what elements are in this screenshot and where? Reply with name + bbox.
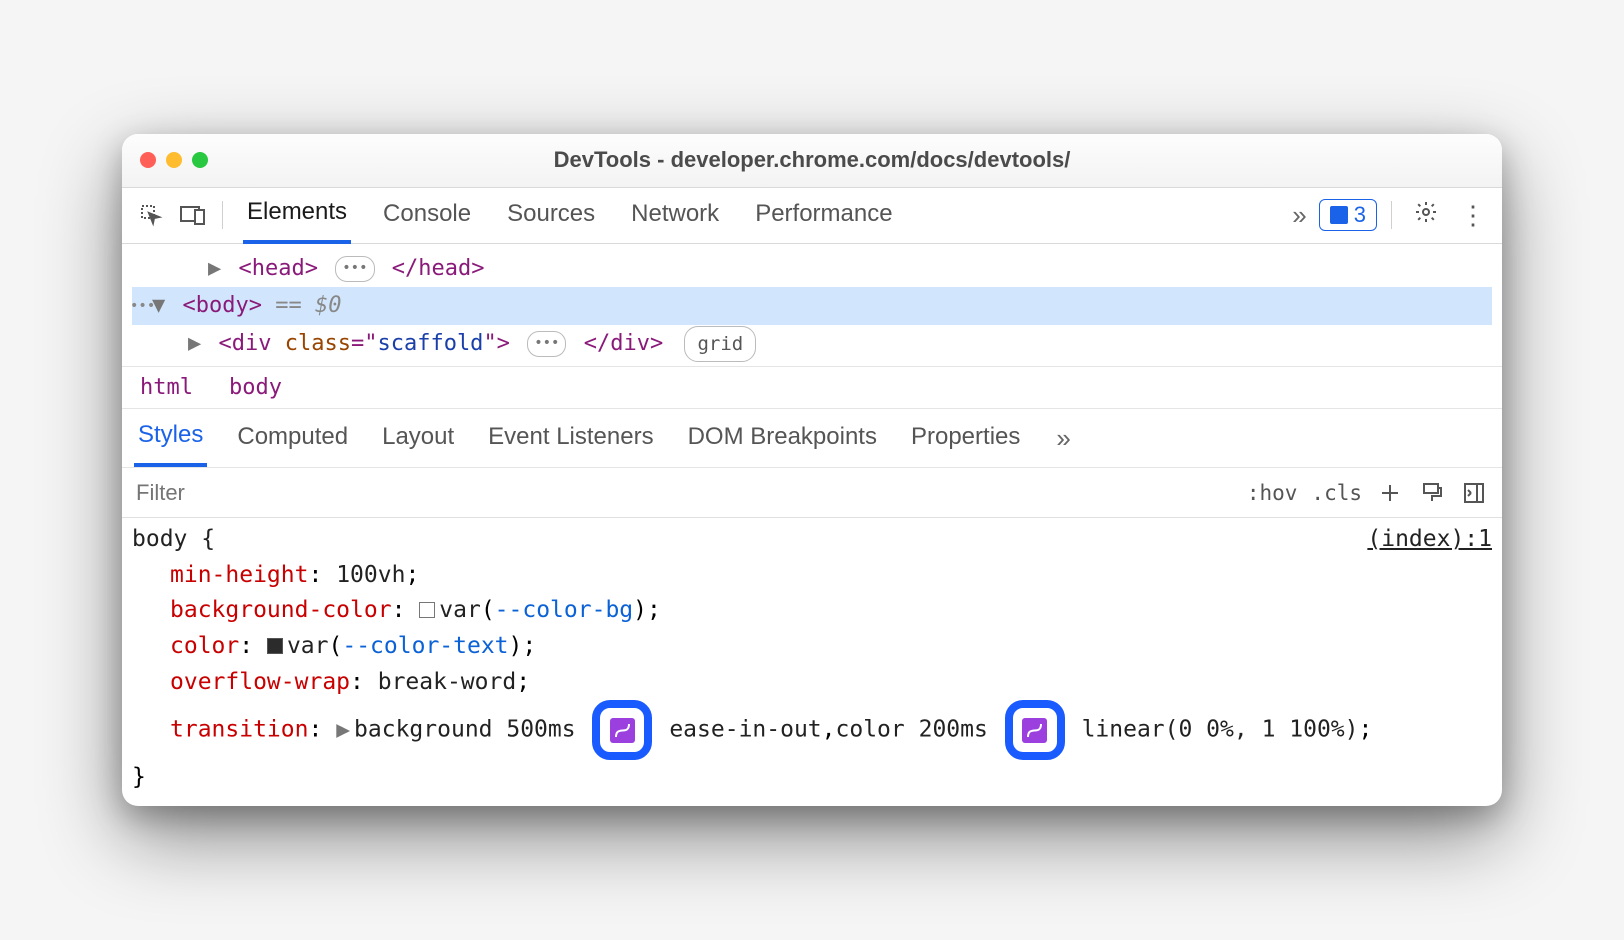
- styles-filter-input[interactable]: [122, 480, 1233, 506]
- toggle-hover-button[interactable]: :hov: [1247, 481, 1298, 505]
- inspect-element-icon[interactable]: [130, 194, 172, 236]
- subtab-event-listeners[interactable]: Event Listeners: [484, 411, 657, 465]
- dom-node-body[interactable]: ▼ <body> == $0: [132, 287, 1492, 324]
- easing-highlight: [1005, 700, 1065, 760]
- css-decl-overflow-wrap[interactable]: overflow-wrap: break-word;: [132, 665, 1492, 701]
- attr-name: class: [285, 331, 351, 356]
- tab-network[interactable]: Network: [627, 188, 723, 242]
- easing-highlight: [592, 700, 652, 760]
- grid-badge[interactable]: grid: [684, 326, 756, 362]
- tag-head-close: </head>: [392, 256, 485, 281]
- toolbar-divider: [222, 201, 223, 229]
- expand-icon[interactable]: ▶: [336, 713, 350, 749]
- more-options-icon[interactable]: ⋮: [1452, 200, 1494, 231]
- maximize-window-button[interactable]: [192, 152, 208, 168]
- breadcrumbs: html body: [122, 367, 1502, 409]
- ellipsis-icon[interactable]: •••: [335, 256, 374, 282]
- tag-div-open: <div: [219, 331, 285, 356]
- easing-editor-icon[interactable]: [1022, 718, 1047, 743]
- tab-elements[interactable]: Elements: [243, 186, 351, 244]
- tag-body-open: <body>: [183, 293, 262, 318]
- crumb-html[interactable]: html: [122, 367, 211, 408]
- css-decl-color[interactable]: color: var(--color-text);: [132, 629, 1492, 665]
- settings-icon[interactable]: [1406, 200, 1446, 231]
- toolbar-right: » 3 ⋮: [1286, 199, 1494, 231]
- device-toolbar-icon[interactable]: [172, 194, 214, 236]
- tab-sources[interactable]: Sources: [503, 188, 599, 242]
- subtab-layout[interactable]: Layout: [378, 411, 458, 465]
- toolbar-divider: [1391, 201, 1392, 229]
- more-tabs-icon[interactable]: »: [1286, 200, 1312, 231]
- css-decl-transition[interactable]: transition: ▶background 500ms ease-in-ou…: [132, 700, 1492, 760]
- css-decl-background-color[interactable]: background-color: var(--color-bg);: [132, 593, 1492, 629]
- expand-icon[interactable]: ▶: [152, 250, 221, 287]
- styles-subtabs: Styles Computed Layout Event Listeners D…: [122, 409, 1502, 468]
- css-selector[interactable]: body {: [132, 522, 215, 558]
- issues-badge[interactable]: 3: [1319, 199, 1377, 231]
- chat-icon: [1330, 206, 1348, 224]
- main-tabs: Elements Console Sources Network Perform…: [231, 186, 1286, 244]
- tab-console[interactable]: Console: [379, 188, 475, 242]
- subtab-properties[interactable]: Properties: [907, 411, 1024, 465]
- tag-div-close: </div>: [584, 331, 663, 356]
- main-toolbar: Elements Console Sources Network Perform…: [122, 188, 1502, 244]
- styles-actions: :hov .cls: [1233, 479, 1502, 507]
- more-subtabs-icon[interactable]: »: [1050, 423, 1076, 454]
- expand-icon[interactable]: ▶: [188, 325, 201, 362]
- window-controls: [140, 152, 208, 168]
- subtab-dom-breakpoints[interactable]: DOM Breakpoints: [684, 411, 881, 465]
- css-close-brace: }: [132, 760, 1492, 796]
- dom-node-div[interactable]: ▶ <div class="scaffold"> ••• </div> grid: [132, 325, 1492, 362]
- subtab-computed[interactable]: Computed: [233, 411, 352, 465]
- color-swatch[interactable]: [267, 638, 283, 654]
- collapse-icon[interactable]: ▼: [152, 287, 165, 324]
- toggle-classes-button[interactable]: .cls: [1311, 481, 1362, 505]
- window-title: DevTools - developer.chrome.com/docs/dev…: [122, 147, 1502, 173]
- new-style-rule-icon[interactable]: [1376, 479, 1404, 507]
- css-decl-min-height[interactable]: min-height: 100vh;: [132, 558, 1492, 594]
- easing-editor-icon[interactable]: [610, 718, 635, 743]
- crumb-body[interactable]: body: [211, 367, 300, 408]
- source-link[interactable]: (index):1: [1367, 522, 1492, 558]
- devtools-window: DevTools - developer.chrome.com/docs/dev…: [122, 134, 1502, 806]
- tag-head-open: <head>: [239, 256, 318, 281]
- dom-node-head[interactable]: ▶ <head> ••• </head>: [132, 250, 1492, 287]
- styles-toolbar: :hov .cls: [122, 468, 1502, 518]
- ellipsis-icon[interactable]: •••: [527, 331, 566, 357]
- dom-tree[interactable]: ▶ <head> ••• </head> ▼ <body> == $0 ▶ <d…: [122, 244, 1502, 367]
- css-rule-body: body { (index):1 min-height: 100vh; back…: [122, 518, 1502, 806]
- minimize-window-button[interactable]: [166, 152, 182, 168]
- tab-performance[interactable]: Performance: [751, 188, 896, 242]
- color-swatch[interactable]: [419, 602, 435, 618]
- titlebar: DevTools - developer.chrome.com/docs/dev…: [122, 134, 1502, 188]
- computed-sidebar-icon[interactable]: [1460, 479, 1488, 507]
- attr-value: scaffold: [377, 331, 483, 356]
- paint-icon[interactable]: [1418, 479, 1446, 507]
- subtab-styles[interactable]: Styles: [134, 409, 207, 467]
- issues-count: 3: [1354, 202, 1366, 228]
- console-ref: == $0: [275, 293, 341, 318]
- close-window-button[interactable]: [140, 152, 156, 168]
